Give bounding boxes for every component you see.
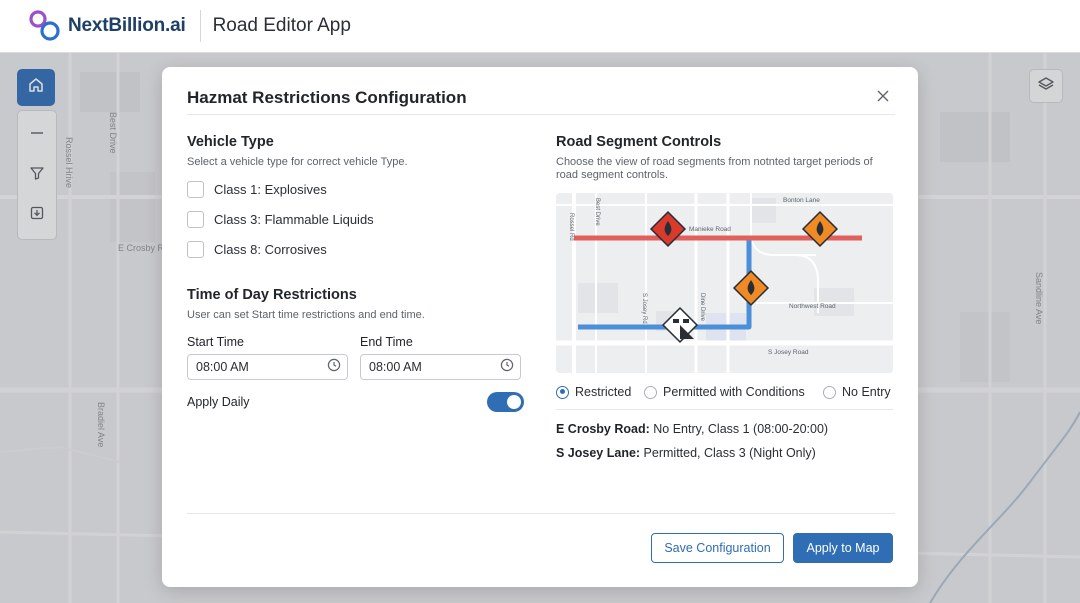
map-label-josey-road: S Josey Road [768, 349, 809, 356]
close-button[interactable] [872, 87, 894, 109]
apply-daily-toggle[interactable] [487, 392, 524, 412]
title-divider [187, 114, 895, 115]
end-time-value: 08:00 AM [369, 360, 422, 374]
apply-to-map-button[interactable]: Apply to Map [793, 533, 893, 563]
radio-label: Restricted [575, 385, 632, 399]
clock-icon[interactable] [327, 358, 341, 377]
checkbox-label: Class 3: Flammable Liquids [214, 212, 374, 227]
footer-divider [187, 513, 895, 514]
segment-detail: No Entry, Class 1 (08:00-20:00) [649, 422, 829, 436]
checkbox-label: Class 1: Explosives [214, 182, 327, 197]
brand-logo[interactable]: NextBillion.ai [28, 10, 186, 42]
road-segment-description-line2: road segment controls. [556, 169, 668, 181]
start-time-label: Start Time [187, 335, 244, 349]
header-divider [199, 10, 201, 42]
start-time-value: 08:00 AM [196, 360, 249, 374]
save-configuration-button[interactable]: Save Configuration [651, 533, 784, 563]
app-title: Road Editor App [212, 15, 351, 36]
end-time-input[interactable]: 08:00 AM [360, 354, 521, 380]
map-label-dine: Dine Drive [699, 293, 705, 322]
time-restrictions-title: Time of Day Restrictions [187, 287, 357, 303]
end-time-label: End Time [360, 335, 413, 349]
checkbox[interactable] [187, 241, 204, 258]
segment-detail: Permitted, Class 3 (Night Only) [640, 446, 816, 460]
checkbox-class-1[interactable]: Class 1: Explosives [187, 181, 327, 198]
nextbillion-logo-icon [28, 10, 62, 42]
map-label-josey-vert: S Josey Rd [641, 293, 647, 324]
map-label-rossel: Rossel Rd [568, 213, 574, 241]
radio-button[interactable] [644, 385, 657, 399]
road-segment-map[interactable]: Bonton Lane Manieke Road Northwest Road … [556, 193, 893, 373]
radio-permitted-with-conditions[interactable]: Permitted with Conditions [644, 385, 805, 399]
hazmat-config-modal: Hazmat Restrictions Configuration Vehicl… [162, 67, 918, 587]
vehicle-type-title: Vehicle Type [187, 134, 274, 150]
segment-road-name: S Josey Lane: [556, 446, 641, 460]
map-label-manieke: Manieke Road [689, 226, 731, 233]
road-segment-title: Road Segment Controls [556, 134, 722, 150]
segment-summary-josey: S Josey Lane: Permitted, Class 3 (Night … [556, 446, 816, 460]
radio-restricted[interactable]: Restricted [556, 385, 631, 399]
brand-name: NextBillion.ai [68, 15, 186, 36]
checkbox[interactable] [187, 181, 204, 198]
map-label-best: Best Drive [594, 198, 600, 226]
map-label-bonton: Bonton Lane [783, 197, 820, 204]
close-icon [876, 89, 890, 108]
segment-summary-crosby: E Crosby Road: No Entry, Class 1 (08:00-… [556, 422, 828, 436]
apply-daily-label: Apply Daily [187, 395, 250, 409]
clock-icon[interactable] [500, 358, 514, 377]
map-label-northwest: Northwest Road [789, 303, 836, 310]
radio-divider [556, 409, 893, 410]
radio-label: No Entry [842, 385, 891, 399]
toggle-knob [507, 395, 521, 409]
segment-view-radio-group: Restricted Permitted with Conditions No … [556, 385, 896, 401]
modal-title: Hazmat Restrictions Configuration [187, 88, 467, 107]
vehicle-type-description: Select a vehicle type for correct vehicl… [187, 156, 408, 168]
time-restrictions-description: User can set Start time restrictions and… [187, 309, 425, 321]
road-segment-description-line1: Choose the view of road segments from no… [556, 156, 873, 168]
app-header: NextBillion.ai Road Editor App [0, 0, 1080, 53]
radio-button[interactable] [823, 385, 836, 399]
checkbox-class-8[interactable]: Class 8: Corrosives [187, 241, 327, 258]
radio-label: Permitted with Conditions [663, 385, 805, 399]
checkbox[interactable] [187, 211, 204, 228]
checkbox-label: Class 8: Corrosives [214, 242, 327, 257]
radio-no-entry[interactable]: No Entry [823, 385, 891, 399]
radio-button[interactable] [556, 385, 569, 399]
checkbox-class-3[interactable]: Class 3: Flammable Liquids [187, 211, 374, 228]
start-time-input[interactable]: 08:00 AM [187, 354, 348, 380]
segment-road-name: E Crosby Road: [556, 422, 650, 436]
